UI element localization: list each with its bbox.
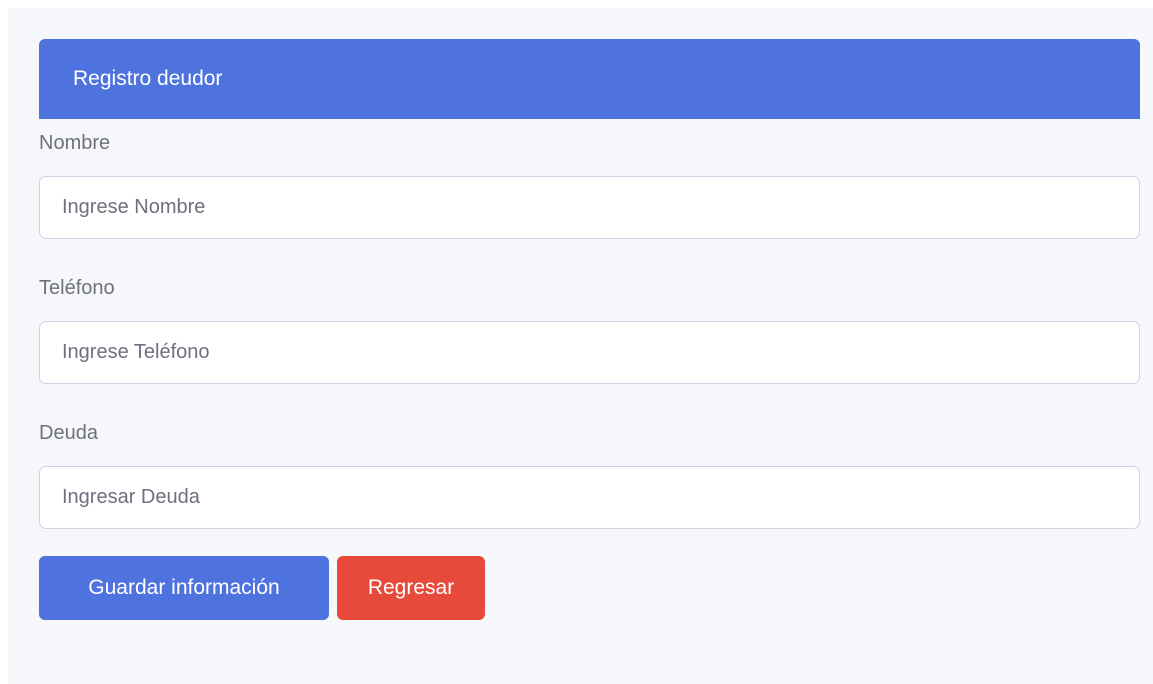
card-header: Registro deudor: [39, 39, 1140, 119]
name-input[interactable]: [39, 176, 1140, 239]
debtor-form: Nombre Teléfono Deuda: [39, 131, 1140, 529]
debtor-registration-card: Registro deudor Nombre Teléfono Deuda: [39, 39, 1140, 529]
name-label: Nombre: [39, 132, 111, 154]
back-button[interactable]: Regresar: [337, 556, 485, 620]
phone-input[interactable]: [39, 321, 1140, 384]
phone-label: Teléfono: [39, 277, 115, 299]
card-title: Registro deudor: [73, 67, 223, 90]
debt-label: Deuda: [39, 422, 98, 444]
save-button[interactable]: Guardar información: [39, 556, 329, 620]
debt-input[interactable]: [39, 466, 1140, 529]
